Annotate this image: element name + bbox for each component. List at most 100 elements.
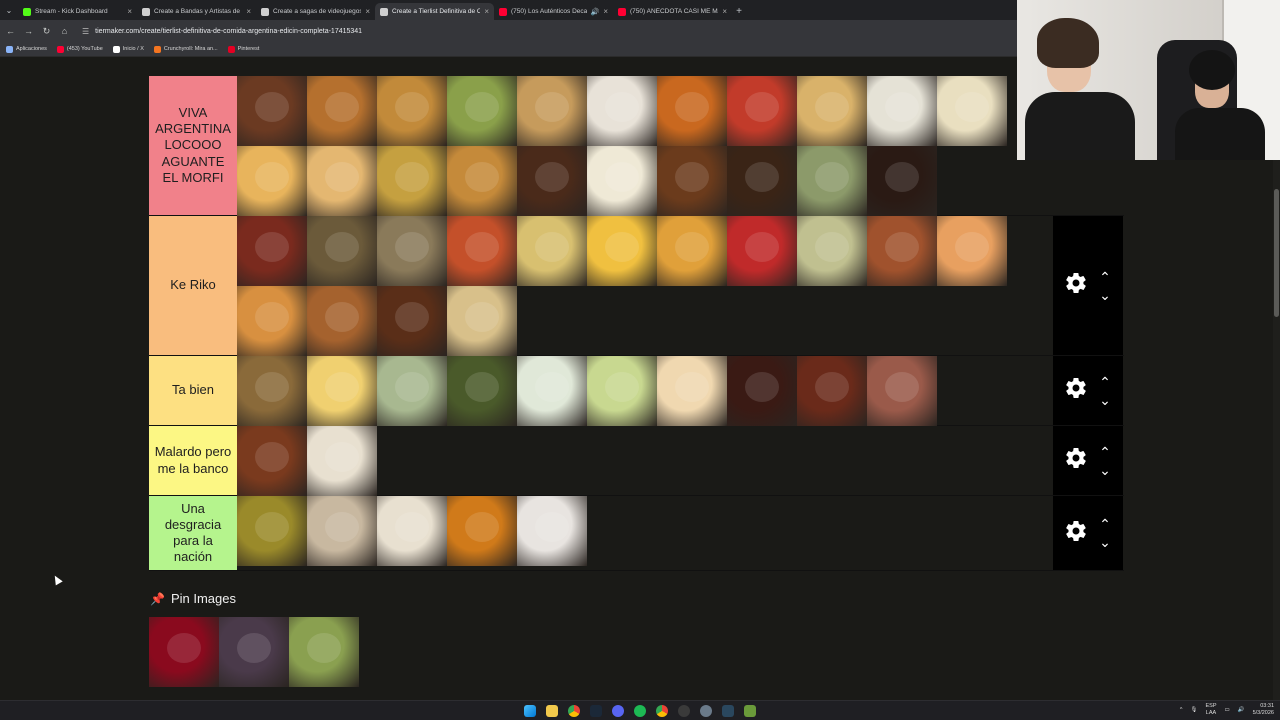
food-image[interactable] xyxy=(377,286,447,356)
food-image[interactable] xyxy=(377,216,447,286)
food-image[interactable] xyxy=(377,76,447,146)
bookmark-item[interactable]: Pinterest xyxy=(227,45,259,53)
food-image[interactable] xyxy=(447,356,517,426)
bookmark-item[interactable]: Inicio / X xyxy=(112,45,144,53)
move-down-icon[interactable]: ⌄ xyxy=(1098,288,1112,302)
pin-image[interactable] xyxy=(149,617,219,687)
bookmark-item[interactable]: (453) YouTube xyxy=(56,45,103,53)
food-image[interactable] xyxy=(307,426,377,496)
food-image[interactable] xyxy=(237,356,307,426)
chevron-up-icon[interactable]: ^ xyxy=(1180,707,1183,713)
food-image[interactable] xyxy=(867,76,937,146)
start-icon[interactable] xyxy=(524,704,536,717)
tier-label[interactable]: VIVA ARGENTINA LOCOOO AGUANTE EL MORFI xyxy=(149,76,237,215)
food-image[interactable] xyxy=(937,76,1007,146)
gear-icon[interactable] xyxy=(1064,271,1088,300)
food-image[interactable] xyxy=(587,146,657,216)
food-image[interactable] xyxy=(867,216,937,286)
food-image[interactable] xyxy=(587,356,657,426)
minecraft-icon[interactable] xyxy=(744,704,756,717)
move-up-icon[interactable]: ⌃ xyxy=(1098,445,1112,459)
move-down-icon[interactable]: ⌄ xyxy=(1098,535,1112,549)
food-image[interactable] xyxy=(587,76,657,146)
food-image[interactable] xyxy=(377,496,447,566)
food-image[interactable] xyxy=(377,146,447,216)
pin-image[interactable] xyxy=(289,617,359,687)
reload-icon[interactable]: ↻ xyxy=(42,26,51,37)
tab-close-icon[interactable]: × xyxy=(603,7,608,16)
file-explorer-icon[interactable] xyxy=(546,704,558,717)
food-image[interactable] xyxy=(307,146,377,216)
food-image[interactable] xyxy=(937,216,1007,286)
steam-alt-icon[interactable] xyxy=(722,704,734,717)
browser-tab[interactable]: (750) Los Auténticos Decad 🔊 × xyxy=(494,3,613,20)
food-image[interactable] xyxy=(237,76,307,146)
food-image[interactable] xyxy=(797,216,867,286)
pin-image[interactable] xyxy=(219,617,289,687)
chrome-active-icon[interactable] xyxy=(656,704,668,717)
food-image[interactable] xyxy=(727,76,797,146)
bookmark-item[interactable]: Aplicaciones xyxy=(6,45,47,53)
tier-label[interactable]: Ta bien xyxy=(149,356,237,425)
site-info-icon[interactable]: ☰ xyxy=(82,27,89,36)
home-icon[interactable]: ⌂ xyxy=(60,26,69,36)
food-image[interactable] xyxy=(797,76,867,146)
food-image[interactable] xyxy=(237,146,307,216)
tier-items[interactable] xyxy=(237,426,1053,496)
tab-close-icon[interactable]: × xyxy=(246,7,251,16)
food-image[interactable] xyxy=(237,426,307,496)
food-image[interactable] xyxy=(237,496,307,566)
browser-tab[interactable]: Stream - Kick Dashboard × xyxy=(18,3,137,20)
tab-search-icon[interactable]: ⌄ xyxy=(0,0,18,20)
food-image[interactable] xyxy=(657,146,727,216)
food-image[interactable] xyxy=(797,356,867,426)
move-down-icon[interactable]: ⌄ xyxy=(1098,393,1112,407)
tier-items[interactable] xyxy=(237,216,1053,356)
food-image[interactable] xyxy=(237,286,307,356)
tier-label[interactable]: Una desgracia para la nación xyxy=(149,496,237,570)
tab-close-icon[interactable]: × xyxy=(127,7,132,16)
language-indicator[interactable]: ESP LAA xyxy=(1206,703,1217,717)
discord-icon[interactable] xyxy=(612,704,624,717)
move-up-icon[interactable]: ⌃ xyxy=(1098,375,1112,389)
food-image[interactable] xyxy=(657,356,727,426)
food-image[interactable] xyxy=(447,146,517,216)
browser-tab[interactable]: (750) ANÉCDOTA CASI ME MA × xyxy=(613,3,732,20)
food-image[interactable] xyxy=(447,76,517,146)
food-image[interactable] xyxy=(727,356,797,426)
network-icon[interactable]: ▭ xyxy=(1225,707,1230,713)
tab-close-icon[interactable]: × xyxy=(484,7,489,16)
food-image[interactable] xyxy=(867,146,937,216)
move-up-icon[interactable]: ⌃ xyxy=(1098,270,1112,284)
browser-tab[interactable]: Create a Tierlist Definitiva de C × xyxy=(375,3,494,20)
tab-close-icon[interactable]: × xyxy=(365,7,370,16)
obs-icon[interactable] xyxy=(678,704,690,717)
gear-icon[interactable] xyxy=(1064,376,1088,405)
food-image[interactable] xyxy=(727,216,797,286)
browser-tab[interactable]: Create a sagas de videojuegos × xyxy=(256,3,375,20)
back-icon[interactable]: ← xyxy=(6,26,15,36)
food-image[interactable] xyxy=(517,216,587,286)
food-image[interactable] xyxy=(797,146,867,216)
gear-icon[interactable] xyxy=(1064,519,1088,548)
food-image[interactable] xyxy=(517,496,587,566)
tier-items[interactable] xyxy=(237,76,1053,216)
bookmark-item[interactable]: Crunchyroll: Mira an... xyxy=(153,45,218,53)
scrollbar-thumb[interactable] xyxy=(1274,189,1279,317)
tier-items[interactable] xyxy=(237,356,1053,426)
tab-close-icon[interactable]: × xyxy=(722,7,727,16)
food-image[interactable] xyxy=(727,146,797,216)
tier-items[interactable] xyxy=(237,496,1053,570)
clock[interactable]: 03:31 5/3/2026 xyxy=(1253,703,1274,717)
mic-icon[interactable]: 🎙 xyxy=(1191,707,1198,713)
new-tab-button[interactable]: + xyxy=(732,3,746,20)
food-image[interactable] xyxy=(867,356,937,426)
gear-icon[interactable] xyxy=(1064,446,1088,475)
food-image[interactable] xyxy=(657,216,727,286)
food-image[interactable] xyxy=(377,356,447,426)
settings-icon[interactable] xyxy=(700,704,712,717)
steam-icon[interactable] xyxy=(590,704,602,717)
tier-label[interactable]: Malardo pero me la banco xyxy=(149,426,237,495)
food-image[interactable] xyxy=(307,496,377,566)
tier-label[interactable]: Ke Riko xyxy=(149,216,237,355)
